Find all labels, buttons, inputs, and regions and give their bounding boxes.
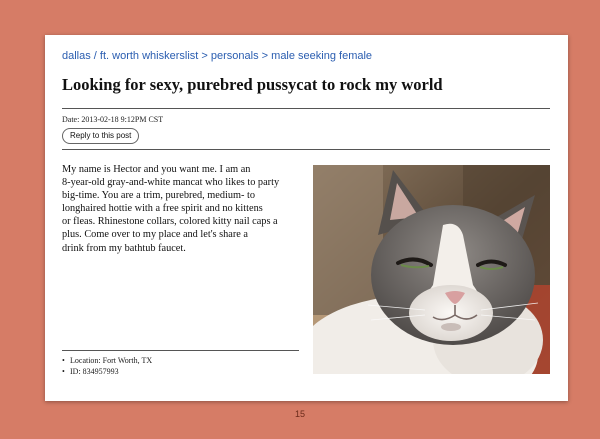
post-attributes: • Location: Fort Worth, TX • ID: 834957993 [62,355,152,377]
attribute-location: • Location: Fort Worth, TX [62,355,152,366]
location-text: Location: Fort Worth, TX [70,356,153,365]
cat-photo[interactable] [313,165,550,374]
breadcrumb-link-city[interactable]: dallas / ft. worth whiskerslist [62,50,198,62]
listing-page: dallas / ft. worth whiskerslist > person… [45,35,568,401]
divider [62,108,550,109]
post-body-line: longhaired hottie with a free spirit and… [62,203,263,215]
id-text: ID: 834957993 [70,367,119,376]
breadcrumb-link-personals[interactable]: personals [211,50,259,62]
post-body-line: or fleas. Rhinestone collars, colored ki… [62,216,278,228]
cat-photo-image [313,165,550,374]
breadcrumb-link-category[interactable]: male seeking female [271,50,372,62]
post-body-line: My name is Hector and you want me. I am … [62,164,251,175]
post-body-line: 8-year-old gray-and-white mancat who lik… [62,177,280,189]
post-body-line: drink from my bathtub faucet. [62,242,186,254]
post-body-line: plus. Come over to my place and let's sh… [62,229,249,241]
post-body: My name is Hector and you want me. I am … [62,163,302,255]
breadcrumb-separator: > [261,50,269,62]
bullet: • [62,367,65,376]
page-number: 15 [294,409,305,419]
divider [62,149,550,150]
breadcrumb-separator: > [201,50,208,62]
divider [62,350,299,351]
post-title: Looking for sexy, purebred pussycat to r… [62,75,443,94]
breadcrumb: dallas / ft. worth whiskerslist > person… [62,50,372,62]
attribute-id: • ID: 834957993 [62,366,152,377]
post-body-line: big-time. You are a trim, purebred, medi… [62,190,256,202]
bullet: • [62,356,65,365]
post-date: Date: 2013-02-18 9:12PM CST [62,115,164,124]
reply-button[interactable]: Reply to this post [62,128,140,144]
